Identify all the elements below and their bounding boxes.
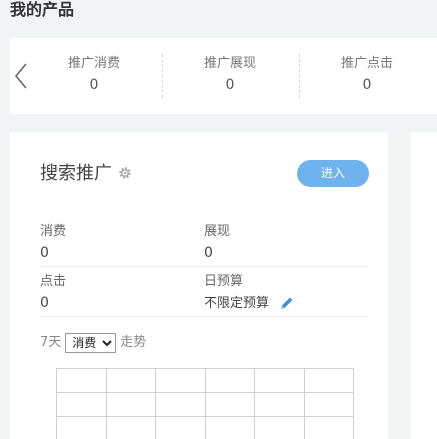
grid-line xyxy=(155,368,156,439)
stat-label: 推广展现 xyxy=(203,56,256,71)
metric-clicks: 点击 0 xyxy=(40,273,200,313)
stat-clicks: 推广点击 0 xyxy=(299,55,435,99)
metric-select[interactable]: 消费 xyxy=(65,333,117,353)
page-title: 我的产品 xyxy=(10,0,75,19)
gear-icon[interactable] xyxy=(118,166,132,180)
next-card xyxy=(411,132,437,439)
grid-line xyxy=(106,368,107,439)
budget-value: 不限定预算 xyxy=(204,296,270,311)
search-promotion-card: 搜索推广 进入 消费 0 展现 0 点击 0 日预算 不限定预算 7天 消费 走… xyxy=(10,132,388,439)
metric-label: 点击 xyxy=(40,274,67,289)
stat-value: 0 xyxy=(89,77,99,93)
stat-impressions: 推广展现 0 xyxy=(162,55,298,99)
card-title: 搜索推广 xyxy=(40,163,112,184)
metric-daily-budget: 日预算 不限定预算 xyxy=(204,273,364,314)
divider xyxy=(40,316,368,317)
stat-value: 0 xyxy=(225,77,235,93)
budget-row: 不限定预算 xyxy=(204,293,364,314)
enter-button[interactable]: 进入 xyxy=(297,160,369,187)
metric-value: 0 xyxy=(40,245,49,261)
metric-label: 展现 xyxy=(204,224,231,239)
metric-value: 0 xyxy=(204,245,213,261)
trend-days: 7天 xyxy=(40,335,62,350)
divider xyxy=(40,266,368,267)
metric-spend: 消费 0 xyxy=(40,223,200,263)
stat-label: 推广点击 xyxy=(340,56,393,71)
grid-line xyxy=(205,368,206,439)
pencil-icon[interactable] xyxy=(279,295,295,311)
trend-selector: 7天 消费 走势 xyxy=(40,332,146,354)
metric-value: 0 xyxy=(40,295,49,311)
stat-value: 0 xyxy=(362,77,372,93)
trend-chart-grid xyxy=(56,368,354,439)
trend-suffix: 走势 xyxy=(120,335,147,350)
grid-line xyxy=(353,368,354,439)
stats-strip: 推广消费 0 推广展现 0 推广点击 0 xyxy=(10,38,437,114)
metric-impressions: 展现 0 xyxy=(204,223,364,263)
metric-label: 日预算 xyxy=(204,274,244,289)
stat-spend: 推广消费 0 xyxy=(26,55,162,99)
grid-line xyxy=(254,368,255,439)
stat-label: 推广消费 xyxy=(67,56,120,71)
grid-line xyxy=(304,368,305,439)
grid-line xyxy=(56,368,57,439)
metric-label: 消费 xyxy=(40,224,67,239)
